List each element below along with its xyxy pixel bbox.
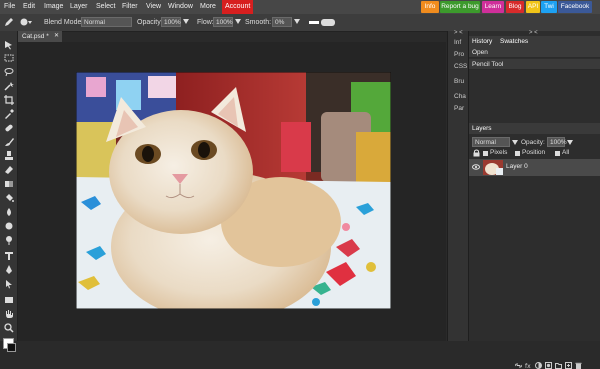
blog-link[interactable]: Blog <box>506 1 524 13</box>
marquee-tool-icon[interactable] <box>4 53 14 63</box>
magic-wand-tool-icon[interactable] <box>4 81 14 91</box>
layer-opacity-input[interactable]: 100% <box>547 137 567 147</box>
trash-icon[interactable] <box>575 362 582 369</box>
smooth-input[interactable]: 0% <box>272 17 292 27</box>
facebook-link[interactable]: Facebook <box>558 1 592 13</box>
layer-mask-icon[interactable] <box>545 362 552 369</box>
learn-link[interactable]: Learn <box>482 1 504 13</box>
paint-bucket-tool-icon[interactable] <box>4 193 14 203</box>
layers-header: Layers <box>469 123 600 134</box>
flow-label: Flow: <box>197 19 214 26</box>
paragraph-panel-tab[interactable]: Par <box>454 105 464 112</box>
info-panel-tab[interactable]: Inf <box>454 39 461 46</box>
lock-position-label: Position <box>522 149 546 156</box>
tool-panel <box>0 31 18 352</box>
options-bar: Blend Mode: Normal Opacity: 100% Flow: 1… <box>0 14 600 32</box>
lock-pixels-checkbox[interactable] <box>483 151 488 156</box>
lock-all-checkbox[interactable] <box>555 151 560 156</box>
layer-row[interactable]: Layer 0 <box>469 159 600 176</box>
info-link[interactable]: Info <box>421 1 439 13</box>
clone-stamp-tool-icon[interactable] <box>4 151 14 161</box>
smooth-label: Smooth: <box>245 19 272 26</box>
layer-thumbnail <box>483 160 503 175</box>
menu-file[interactable]: File <box>4 0 15 14</box>
history-tabs: History Swatches <box>469 36 600 47</box>
css-panel-tab[interactable]: CSS <box>454 63 467 70</box>
pen-tool-icon[interactable] <box>4 265 14 275</box>
document-tab[interactable]: Cat.psd * ✕ <box>18 31 62 42</box>
layer-style-icon[interactable]: fx <box>525 362 532 369</box>
flow-input[interactable]: 100% <box>213 17 233 27</box>
account-button[interactable]: Account <box>222 0 254 14</box>
opacity-input[interactable]: 100% <box>161 17 181 27</box>
properties-panel-tab[interactable]: Pro <box>454 51 464 58</box>
twitter-link[interactable]: Twi <box>541 1 557 13</box>
blend-mode-select[interactable]: Normal <box>81 17 132 27</box>
tab-swatches[interactable]: Swatches <box>500 37 528 47</box>
adjustment-layer-icon[interactable] <box>535 362 542 369</box>
type-tool-icon[interactable] <box>4 251 14 261</box>
spot-heal-tool-icon[interactable] <box>4 123 14 133</box>
lock-all-label: All <box>562 149 570 156</box>
menu-bar: File Edit Image Layer Select Filter View… <box>0 0 600 14</box>
menu-more[interactable]: More <box>200 0 216 14</box>
menu-layer[interactable]: Layer <box>70 0 88 14</box>
svg-text:fx: fx <box>525 363 531 369</box>
lock-icon <box>473 149 480 157</box>
pressure-toggle-icon[interactable] <box>309 19 335 26</box>
new-group-icon[interactable] <box>555 362 562 369</box>
brush-panel-tab[interactable]: Bru <box>454 78 464 85</box>
menu-view[interactable]: View <box>146 0 161 14</box>
menu-window[interactable]: Window <box>168 0 193 14</box>
layer-blend-select[interactable]: Normal <box>472 137 510 147</box>
report-bug-link[interactable]: Report a bug <box>440 1 480 13</box>
close-icon[interactable]: ✕ <box>54 31 59 42</box>
lock-position-checkbox[interactable] <box>515 151 520 156</box>
layer-name: Layer 0 <box>506 163 528 170</box>
menu-select[interactable]: Select <box>96 0 115 14</box>
tab-history[interactable]: History <box>472 37 492 47</box>
tab-layers[interactable]: Layers <box>472 124 492 134</box>
api-link[interactable]: API <box>526 1 540 13</box>
layer-opacity-label: Opacity: <box>521 139 545 146</box>
eyedropper-tool-icon[interactable] <box>4 109 14 119</box>
opacity-dropdown-icon[interactable] <box>183 19 189 24</box>
history-entry-open[interactable]: Open <box>469 47 600 58</box>
brush-preset-icon[interactable] <box>20 17 32 27</box>
opacity-label: Opacity: <box>137 19 163 26</box>
new-layer-icon[interactable] <box>565 362 572 369</box>
move-tool-icon[interactable] <box>4 40 14 50</box>
history-entry-pencil[interactable]: Pencil Tool <box>469 59 600 70</box>
background-color-swatch[interactable] <box>7 343 16 352</box>
lasso-tool-icon[interactable] <box>4 67 14 77</box>
brush-tool-icon[interactable] <box>4 137 14 147</box>
menu-edit[interactable]: Edit <box>23 0 35 14</box>
pencil-icon <box>5 18 13 26</box>
flow-dropdown-icon[interactable] <box>235 19 241 24</box>
menu-image[interactable]: Image <box>44 0 63 14</box>
gradient-tool-icon[interactable] <box>4 179 14 189</box>
layer-blend-dropdown-icon[interactable] <box>512 140 518 145</box>
crop-tool-icon[interactable] <box>4 95 14 105</box>
document-tab-title: Cat.psd * <box>22 33 49 40</box>
shape-tool-icon[interactable] <box>4 295 14 305</box>
smooth-dropdown-icon[interactable] <box>294 19 300 24</box>
character-panel-tab[interactable]: Cha <box>454 93 466 100</box>
layer-opacity-dropdown-icon[interactable] <box>567 140 573 145</box>
zoom-tool-icon[interactable] <box>4 323 14 333</box>
dodge-tool-icon[interactable] <box>4 235 14 245</box>
cat-photo-canvas[interactable] <box>76 72 391 309</box>
blur-tool-icon[interactable] <box>4 207 14 217</box>
path-select-tool-icon[interactable] <box>4 279 14 289</box>
blend-mode-label: Blend Mode: <box>44 19 84 26</box>
eye-icon[interactable] <box>472 164 480 170</box>
collapsed-panels: > < Inf Pro CSS Bru Cha Par <box>447 30 468 341</box>
sponge-tool-icon[interactable] <box>4 221 14 231</box>
link-layers-icon[interactable] <box>515 362 522 369</box>
right-panel: > < History Swatches Open Pencil Tool La… <box>468 30 600 369</box>
menu-filter[interactable]: Filter <box>122 0 138 14</box>
eraser-tool-icon[interactable] <box>4 165 14 175</box>
lock-pixels-label: Pixels <box>490 149 508 156</box>
hand-tool-icon[interactable] <box>4 309 14 319</box>
